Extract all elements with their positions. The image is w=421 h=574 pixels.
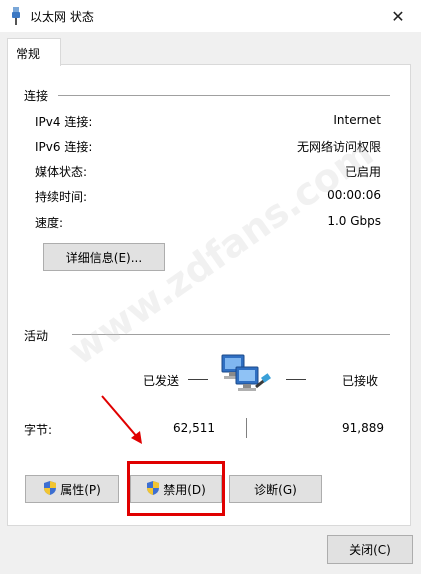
duration-value: 00:00:06 (327, 188, 381, 202)
received-dash (286, 379, 306, 380)
sent-label: 已发送 (143, 374, 180, 388)
network-computers-icon (220, 353, 272, 401)
tab-general[interactable]: 常规 (7, 38, 61, 66)
ipv4-label: IPv4 连接: (35, 115, 93, 129)
activity-divider (72, 334, 390, 335)
ipv4-value: Internet (333, 113, 381, 127)
connection-divider (58, 95, 390, 96)
bytes-separator (246, 418, 247, 438)
title-bar: 以太网 状态 ✕ (0, 0, 421, 32)
tab-general-label: 常规 (16, 47, 41, 61)
window-title: 以太网 状态 (30, 10, 94, 24)
duration-label: 持续时间: (35, 190, 88, 204)
speed-value: 1.0 Gbps (327, 214, 381, 228)
properties-button-label: 属性(P) (60, 482, 101, 497)
sent-dash (188, 379, 208, 380)
diagnose-button-label: 诊断(G) (254, 482, 297, 497)
properties-button[interactable]: 属性(P) (25, 475, 119, 503)
annotation-arrow (101, 395, 142, 444)
general-panel (7, 64, 411, 526)
network-cable-icon (9, 7, 23, 28)
media-state-value: 已启用 (344, 165, 381, 179)
annotation-highlight-box (127, 461, 225, 516)
uac-shield-icon (43, 480, 57, 499)
speed-label: 速度: (35, 216, 64, 230)
diagnose-button[interactable]: 诊断(G) (229, 475, 322, 503)
close-window-button[interactable]: ✕ (375, 0, 421, 32)
ipv6-label: IPv6 连接: (35, 140, 93, 154)
bytes-sent-value: 62,511 (173, 421, 215, 435)
media-state-label: 媒体状态: (35, 165, 88, 179)
bytes-label: 字节: (24, 423, 53, 437)
close-button-label: 关闭(C) (349, 543, 391, 557)
connection-heading: 连接 (24, 89, 49, 103)
activity-heading: 活动 (24, 329, 49, 343)
received-label: 已接收 (342, 374, 379, 388)
ipv6-value: 无网络访问权限 (296, 140, 381, 154)
details-button-label: 详细信息(E)... (65, 250, 143, 265)
bytes-received-value: 91,889 (342, 421, 384, 435)
details-button[interactable]: 详细信息(E)... (43, 243, 165, 271)
close-button[interactable]: 关闭(C) (327, 535, 413, 564)
close-icon: ✕ (391, 6, 405, 26)
